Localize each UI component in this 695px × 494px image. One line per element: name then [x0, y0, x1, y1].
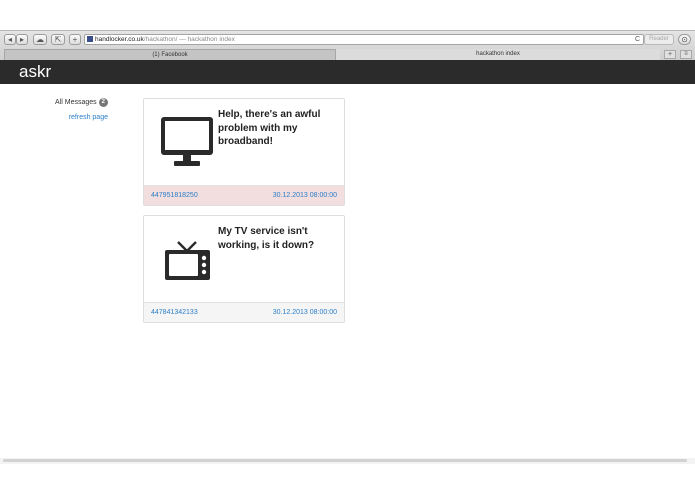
- favicon-icon: [87, 36, 93, 42]
- message-footer: 447951818250 30.12.2013 08:00:00: [144, 185, 344, 205]
- forward-button[interactable]: ▸: [16, 34, 28, 45]
- tab-bar: (1) Facebook hackathon index + ≡: [0, 49, 695, 60]
- icloud-button[interactable]: ☁: [33, 34, 47, 45]
- plus-icon: +: [72, 35, 78, 44]
- scrollbar-thumb[interactable]: [3, 459, 687, 462]
- reload-icon[interactable]: C: [635, 35, 640, 44]
- browser-toolbar: ◂ ▸ ☁ ⇱ + handlocker.co.uk/hackathon/ — …: [0, 31, 695, 48]
- tab-facebook[interactable]: (1) Facebook: [4, 49, 336, 60]
- forward-icon: ▸: [19, 35, 24, 44]
- share-button[interactable]: ⇱: [51, 34, 65, 45]
- brand-logo[interactable]: askr: [19, 62, 51, 82]
- monitor-icon: [160, 116, 214, 175]
- page-bottom: [0, 464, 695, 494]
- url-title: — hackathon index: [177, 36, 235, 43]
- all-messages-label: All Messages: [55, 99, 97, 106]
- tv-icon: [164, 240, 211, 287]
- url-path: /hackathon/: [143, 36, 178, 43]
- message-text: Help, there's an awful problem with my b…: [218, 109, 321, 147]
- cloud-icon: ☁: [36, 35, 44, 44]
- message-card[interactable]: My TV service isn't working, is it down?…: [143, 215, 345, 323]
- message-phone-link[interactable]: 447951818250: [151, 192, 198, 199]
- message-card[interactable]: Help, there's an awful problem with my b…: [143, 98, 345, 206]
- download-icon: ⊙: [681, 35, 688, 44]
- message-footer: 447841342133 30.12.2013 08:00:00: [144, 302, 344, 322]
- message-date-link[interactable]: 30.12.2013 08:00:00: [273, 309, 337, 316]
- all-messages-link[interactable]: All Messages 2: [55, 98, 108, 107]
- share-icon: ⇱: [54, 35, 62, 44]
- tab-overview-button[interactable]: ≡: [680, 50, 692, 59]
- back-button[interactable]: ◂: [4, 34, 16, 45]
- tab-hackathon-index[interactable]: hackathon index: [336, 49, 660, 60]
- address-bar[interactable]: handlocker.co.uk/hackathon/ — hackathon …: [84, 34, 644, 45]
- browser-chrome: ◂ ▸ ☁ ⇱ + handlocker.co.uk/hackathon/ — …: [0, 30, 695, 60]
- message-count-badge: 2: [98, 98, 108, 107]
- page-top: [0, 0, 695, 30]
- back-icon: ◂: [7, 35, 12, 44]
- message-phone-link[interactable]: 447841342133: [151, 309, 198, 316]
- add-bookmark-button[interactable]: +: [69, 34, 81, 45]
- tab-list-icon: ≡: [684, 51, 688, 57]
- reader-button[interactable]: Reader: [644, 34, 674, 45]
- message-text: My TV service isn't working, is it down?: [218, 226, 315, 251]
- new-tab-button[interactable]: +: [664, 50, 676, 59]
- app-navbar: askr: [0, 60, 695, 84]
- message-date-link[interactable]: 30.12.2013 08:00:00: [273, 192, 337, 199]
- refresh-page-link[interactable]: refresh page: [69, 114, 108, 121]
- downloads-button[interactable]: ⊙: [678, 34, 691, 45]
- url-host: handlocker.co.uk: [95, 36, 144, 43]
